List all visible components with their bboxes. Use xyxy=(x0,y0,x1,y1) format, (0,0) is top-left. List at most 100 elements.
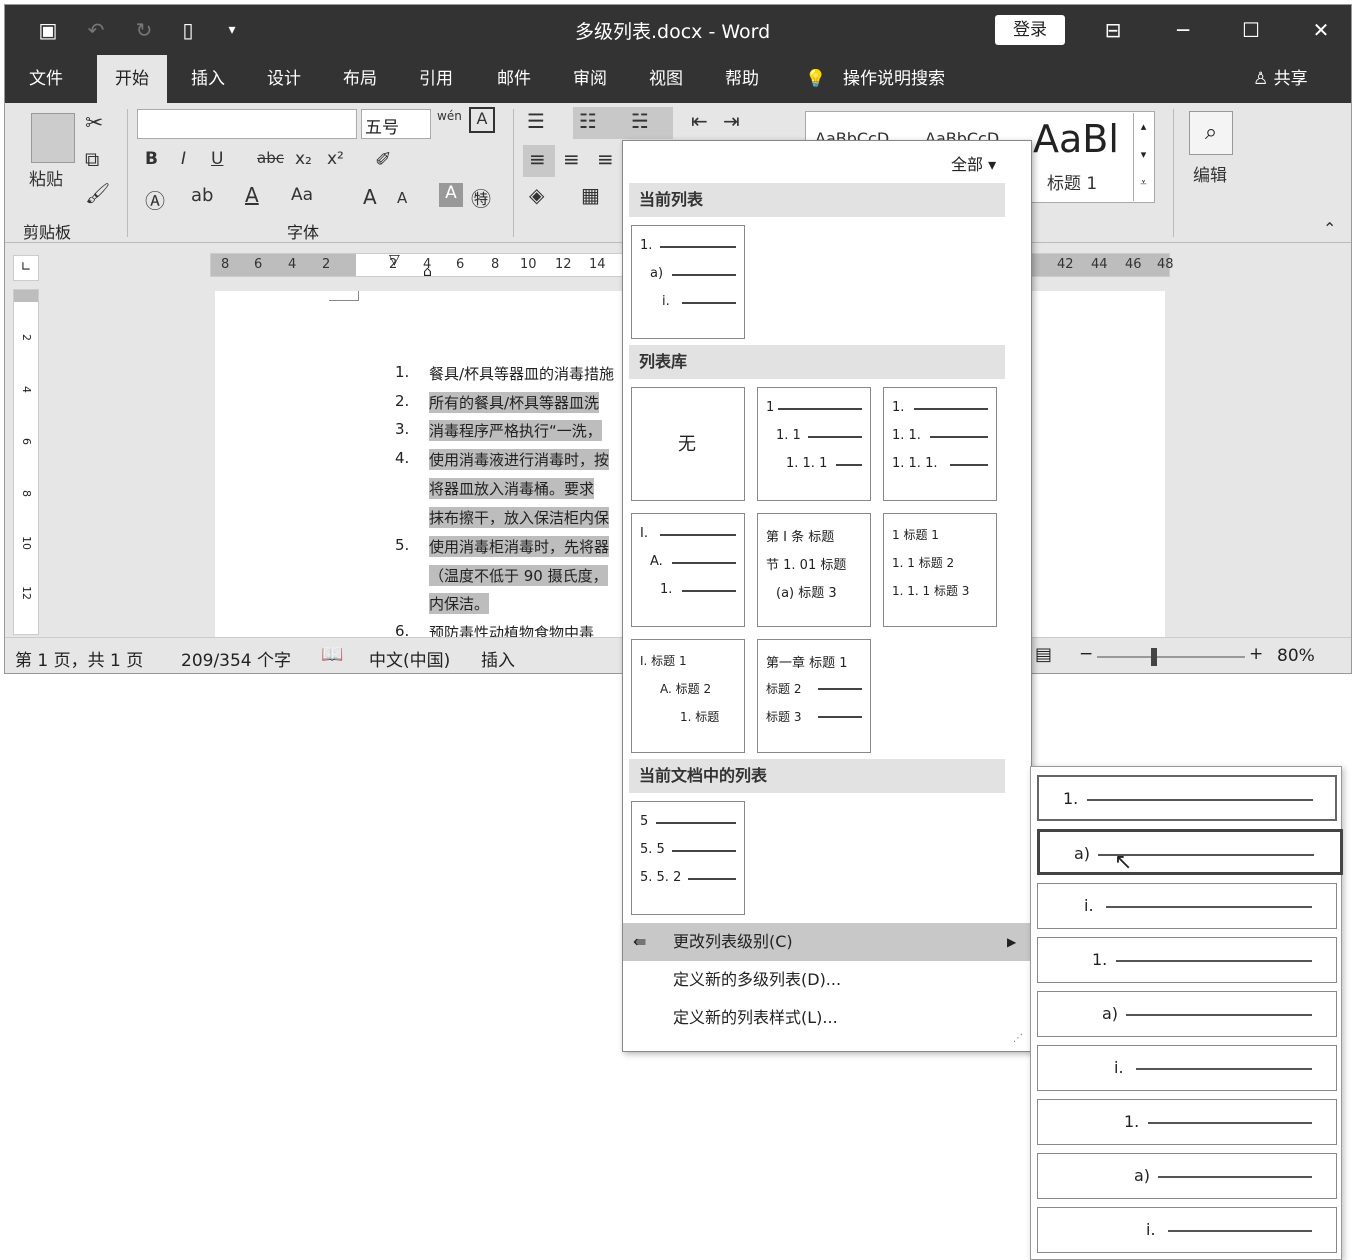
document-line[interactable]: 餐具/杯具等器皿的消毒措施 xyxy=(429,363,614,384)
page-count[interactable]: 第 1 页，共 1 页 xyxy=(15,646,143,671)
ribbon-display-icon[interactable]: ⊟ xyxy=(1093,13,1133,47)
list-thumbnail-heading-roman[interactable]: I. 标题 1 A. 标题 2 1. 标题 xyxy=(631,639,745,753)
maximize-button[interactable]: ☐ xyxy=(1231,13,1271,47)
list-level-4[interactable]: 1. xyxy=(1037,937,1337,983)
list-thumbnail-current[interactable]: 1. a) i. xyxy=(631,225,745,339)
tab-insert[interactable]: 插入 xyxy=(191,55,225,103)
strikethrough-button[interactable]: abc xyxy=(257,149,284,167)
list-thumbnail-article[interactable]: 第 Ⅰ 条 标题 节 1. 01 标题 (a) 标题 3 xyxy=(757,513,871,627)
tab-view[interactable]: 视图 xyxy=(649,55,683,103)
web-layout-icon[interactable]: ▤ xyxy=(1035,644,1052,665)
define-list-style-item[interactable]: 定义新的列表样式(L)... xyxy=(623,999,1031,1037)
highlight-color-icon[interactable]: ab xyxy=(191,185,213,206)
list-level-6[interactable]: i. xyxy=(1037,1045,1337,1091)
hanging-indent-marker[interactable]: ⌂ xyxy=(423,264,432,280)
document-line[interactable]: 所有的餐具/杯具等器皿洗 xyxy=(429,392,600,413)
define-multilevel-list-item[interactable]: 定义新的多级列表(D)... xyxy=(623,961,1031,999)
font-color-icon[interactable]: A xyxy=(245,183,259,207)
format-painter-icon[interactable]: 🖌 xyxy=(85,181,110,205)
tab-file[interactable]: 文件 xyxy=(29,55,63,103)
list-thumbnail-numeric-dot[interactable]: 1. 1. 1. 1. 1. 1. xyxy=(883,387,997,501)
underline-button[interactable]: U xyxy=(211,149,223,169)
tab-layout[interactable]: 布局 xyxy=(343,55,377,103)
clear-formatting-icon[interactable]: ✐ xyxy=(375,147,392,171)
grow-font-button[interactable]: A xyxy=(363,185,377,209)
list-thumbnail-heading-numeric[interactable]: 1 标题 1 1. 1 标题 2 1. 1. 1 标题 3 xyxy=(883,513,997,627)
numbering-icon[interactable]: ☷ xyxy=(579,109,597,133)
character-shading-icon[interactable]: A xyxy=(439,183,463,207)
change-case-button[interactable]: Aa xyxy=(291,185,313,205)
list-thumbnail-chapter[interactable]: 第一章 标题 1 标题 2 标题 3 xyxy=(757,639,871,753)
style-heading1-preview[interactable]: AaBl xyxy=(1033,117,1119,161)
decrease-indent-icon[interactable]: ⇤ xyxy=(691,109,708,133)
copy-icon[interactable]: ⧉ xyxy=(85,147,99,171)
first-line-indent-marker[interactable]: ▽ xyxy=(389,252,400,268)
tab-home[interactable]: 开始 xyxy=(97,55,167,103)
bold-button[interactable]: B xyxy=(145,149,158,169)
list-level-5[interactable]: a) xyxy=(1037,991,1337,1037)
word-count[interactable]: 209/354 个字 xyxy=(181,646,291,671)
tab-selector-icon[interactable]: ∟ xyxy=(13,255,39,281)
list-thumbnail-none[interactable]: 无 xyxy=(631,387,745,501)
align-right-icon[interactable]: ≡ xyxy=(597,147,614,171)
document-line[interactable]: 使用消毒柜消毒时，先将器 xyxy=(429,536,610,557)
insert-mode[interactable]: 插入 xyxy=(481,646,515,671)
cut-icon[interactable]: ✂ xyxy=(85,111,103,136)
tell-me-search[interactable]: 操作说明搜索 xyxy=(843,55,945,103)
clipboard-icon[interactable] xyxy=(31,113,75,163)
document-line[interactable]: 消毒程序严格执行“一洗， xyxy=(429,420,602,441)
subscript-button[interactable]: x₂ xyxy=(295,149,312,169)
styles-scroll[interactable]: ▴ ▾ ⩡ xyxy=(1133,113,1153,201)
shading-icon[interactable]: ◈ xyxy=(529,183,544,207)
zoom-level[interactable]: 80% xyxy=(1277,646,1315,666)
customize-toolbar-icon[interactable]: ▾ xyxy=(217,15,247,45)
resize-grip-icon[interactable]: ⋰ xyxy=(1013,1033,1023,1044)
tab-references[interactable]: 引用 xyxy=(419,55,453,103)
bullets-icon[interactable]: ☰ xyxy=(527,109,545,133)
list-thumbnail-document[interactable]: 5 5. 5 5. 5. 2 xyxy=(631,801,745,915)
proofing-icon[interactable]: 📖 xyxy=(321,644,343,665)
borders-icon[interactable]: ▦ xyxy=(581,183,600,207)
list-level-7[interactable]: 1. xyxy=(1037,1099,1337,1145)
tab-design[interactable]: 设计 xyxy=(267,55,301,103)
close-button[interactable]: ✕ xyxy=(1301,13,1341,47)
shrink-font-button[interactable]: A xyxy=(397,189,407,207)
tab-review[interactable]: 审阅 xyxy=(573,55,607,103)
multilevel-list-icon[interactable]: ☵ xyxy=(631,109,649,133)
zoom-slider-thumb[interactable] xyxy=(1151,648,1157,666)
save-icon[interactable]: ▣ xyxy=(33,15,63,45)
list-level-8[interactable]: a) xyxy=(1037,1153,1337,1199)
text-effects-icon[interactable]: Ⓐ xyxy=(145,185,165,214)
minimize-button[interactable]: ─ xyxy=(1163,13,1203,47)
login-button[interactable]: 登录 xyxy=(995,15,1065,45)
search-icon[interactable]: ⌕ xyxy=(1189,111,1233,155)
document-line[interactable]: 内保洁。 xyxy=(429,593,490,614)
list-level-2[interactable]: a) ↖ xyxy=(1037,829,1343,875)
list-level-3[interactable]: i. xyxy=(1037,883,1337,929)
character-border-button[interactable]: A xyxy=(469,107,495,133)
align-center-icon[interactable]: ≡ xyxy=(563,147,580,171)
style-heading1-label[interactable]: 标题 1 xyxy=(1047,169,1097,194)
editing-button[interactable]: 编辑 xyxy=(1193,161,1227,186)
italic-button[interactable]: I xyxy=(181,149,186,169)
filter-dropdown[interactable]: 全部 ▾ xyxy=(951,151,996,175)
list-level-9[interactable]: i. xyxy=(1037,1207,1337,1253)
undo-icon[interactable]: ↶ xyxy=(81,15,111,45)
change-list-level-item[interactable]: ⇚ 更改列表级别(C) ▶ xyxy=(623,923,1031,961)
superscript-button[interactable]: x² xyxy=(327,149,344,169)
list-thumbnail-numeric[interactable]: 1 1. 1 1. 1. 1 xyxy=(757,387,871,501)
document-line[interactable]: （温度不低于 90 摄氏度， xyxy=(429,565,608,586)
list-level-1[interactable]: 1. xyxy=(1037,775,1337,821)
new-document-icon[interactable]: ▯ xyxy=(173,15,203,45)
list-thumbnail-roman[interactable]: I. A. 1. xyxy=(631,513,745,627)
zoom-out-button[interactable]: − xyxy=(1079,644,1093,664)
enclose-characters-icon[interactable]: ㊕ xyxy=(471,183,491,212)
font-name-input[interactable] xyxy=(137,109,357,139)
zoom-slider[interactable] xyxy=(1097,656,1245,658)
zoom-in-button[interactable]: + xyxy=(1249,644,1263,664)
phonetic-guide-button[interactable]: wén xyxy=(437,109,462,123)
paste-button[interactable]: 粘贴 xyxy=(29,165,63,190)
tab-mailings[interactable]: 邮件 xyxy=(497,55,531,103)
increase-indent-icon[interactable]: ⇥ xyxy=(723,109,740,133)
language[interactable]: 中文(中国) xyxy=(369,646,450,671)
